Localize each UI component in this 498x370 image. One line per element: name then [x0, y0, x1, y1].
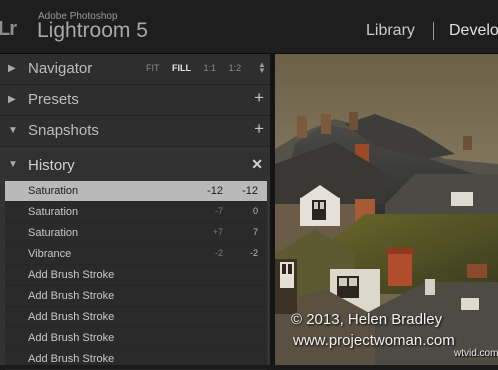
left-panel: ▶ Navigator FIT FILL 1:1 1:2 ▲ ▼ ▶ Preset… — [0, 54, 270, 370]
top-bar: Lr Adobe Photoshop Lightroom 5 Library D… — [0, 0, 498, 54]
history-step-value: 0 — [252, 206, 258, 216]
history-row[interactable]: Add Brush Stroke — [5, 328, 267, 349]
history-step-label: Add Brush Stroke — [28, 353, 115, 365]
history-row[interactable]: Vibrance -2 -2 — [5, 244, 267, 265]
expand-triangle-icon[interactable]: ▶ — [8, 94, 16, 105]
history-row[interactable]: Add Brush Stroke — [5, 307, 267, 328]
module-separator — [433, 22, 434, 40]
clear-history-icon[interactable]: ✕ — [251, 156, 263, 173]
zoom-fill[interactable]: FILL — [172, 63, 191, 73]
history-step-label: Add Brush Stroke — [28, 332, 115, 344]
add-snapshot-icon[interactable]: + — [254, 119, 264, 139]
history-step-delta: -7 — [214, 206, 223, 216]
history-row[interactable]: Add Brush Stroke — [5, 349, 267, 370]
zoom-fit[interactable]: FIT — [146, 63, 160, 73]
zoom-stepper-icon[interactable]: ▲ ▼ — [258, 61, 266, 75]
module-library[interactable]: Library — [366, 22, 415, 40]
zoom-1-1[interactable]: 1:1 — [204, 63, 217, 73]
module-develop[interactable]: Develo — [449, 22, 498, 40]
watermark-website: www.projectwoman.com — [293, 332, 455, 349]
product-title: Lightroom 5 — [37, 19, 148, 42]
snapshots-title: Snapshots — [28, 122, 99, 139]
history-step-label: Saturation — [28, 185, 79, 197]
history-row[interactable]: Saturation -7 0 — [5, 202, 267, 223]
zoom-1-2[interactable]: 1:2 — [229, 63, 242, 73]
history-step-value: -2 — [249, 248, 258, 258]
presets-header[interactable]: ▶ Presets + — [0, 85, 270, 116]
history-step-label: Add Brush Stroke — [28, 290, 115, 302]
history-step-label: Add Brush Stroke — [28, 269, 115, 281]
navigator-header[interactable]: ▶ Navigator FIT FILL 1:1 1:2 ▲ ▼ — [0, 54, 270, 85]
history-row[interactable]: Add Brush Stroke — [5, 265, 267, 286]
photo-canvas[interactable]: © 2013, Helen Bradley www.projectwoman.c… — [275, 54, 498, 365]
lightroom-logo-icon: Lr — [0, 18, 17, 40]
history-row[interactable]: Saturation +7 7 — [5, 223, 267, 244]
expand-triangle-icon[interactable]: ▶ — [8, 63, 16, 74]
history-step-label: Add Brush Stroke — [28, 311, 115, 323]
history-step-label: Saturation — [28, 227, 79, 239]
history-step-delta: +7 — [212, 227, 223, 237]
history-header[interactable]: ▼ History ✕ — [0, 152, 270, 178]
history-step-delta: -2 — [214, 248, 223, 258]
history-list: Saturation -12 -12 Saturation -7 0 Saturation +… — [5, 181, 267, 370]
watermark-copyright: © 2013, Helen Bradley — [291, 311, 443, 328]
collapse-triangle-icon[interactable]: ▼ — [8, 125, 18, 136]
history-step-value: 7 — [252, 227, 258, 237]
add-preset-icon[interactable]: + — [254, 88, 264, 108]
navigator-zoom-options: FIT FILL 1:1 1:2 ▲ ▼ — [146, 61, 266, 75]
history-row[interactable]: Saturation -12 -12 — [5, 181, 267, 202]
history-step-value: -12 — [242, 185, 258, 197]
history-step-delta: -12 — [207, 185, 223, 197]
history-title: History — [28, 157, 75, 174]
navigator-title: Navigator — [28, 60, 93, 77]
presets-title: Presets — [28, 91, 79, 108]
history-step-label: Vibrance — [28, 248, 72, 260]
history-step-label: Saturation — [28, 206, 79, 218]
site-stamp: wtvid.com — [454, 348, 498, 359]
collapse-triangle-icon[interactable]: ▼ — [8, 159, 18, 170]
snapshots-header[interactable]: ▼ Snapshots + — [0, 116, 270, 147]
history-row[interactable]: Add Brush Stroke — [5, 286, 267, 307]
